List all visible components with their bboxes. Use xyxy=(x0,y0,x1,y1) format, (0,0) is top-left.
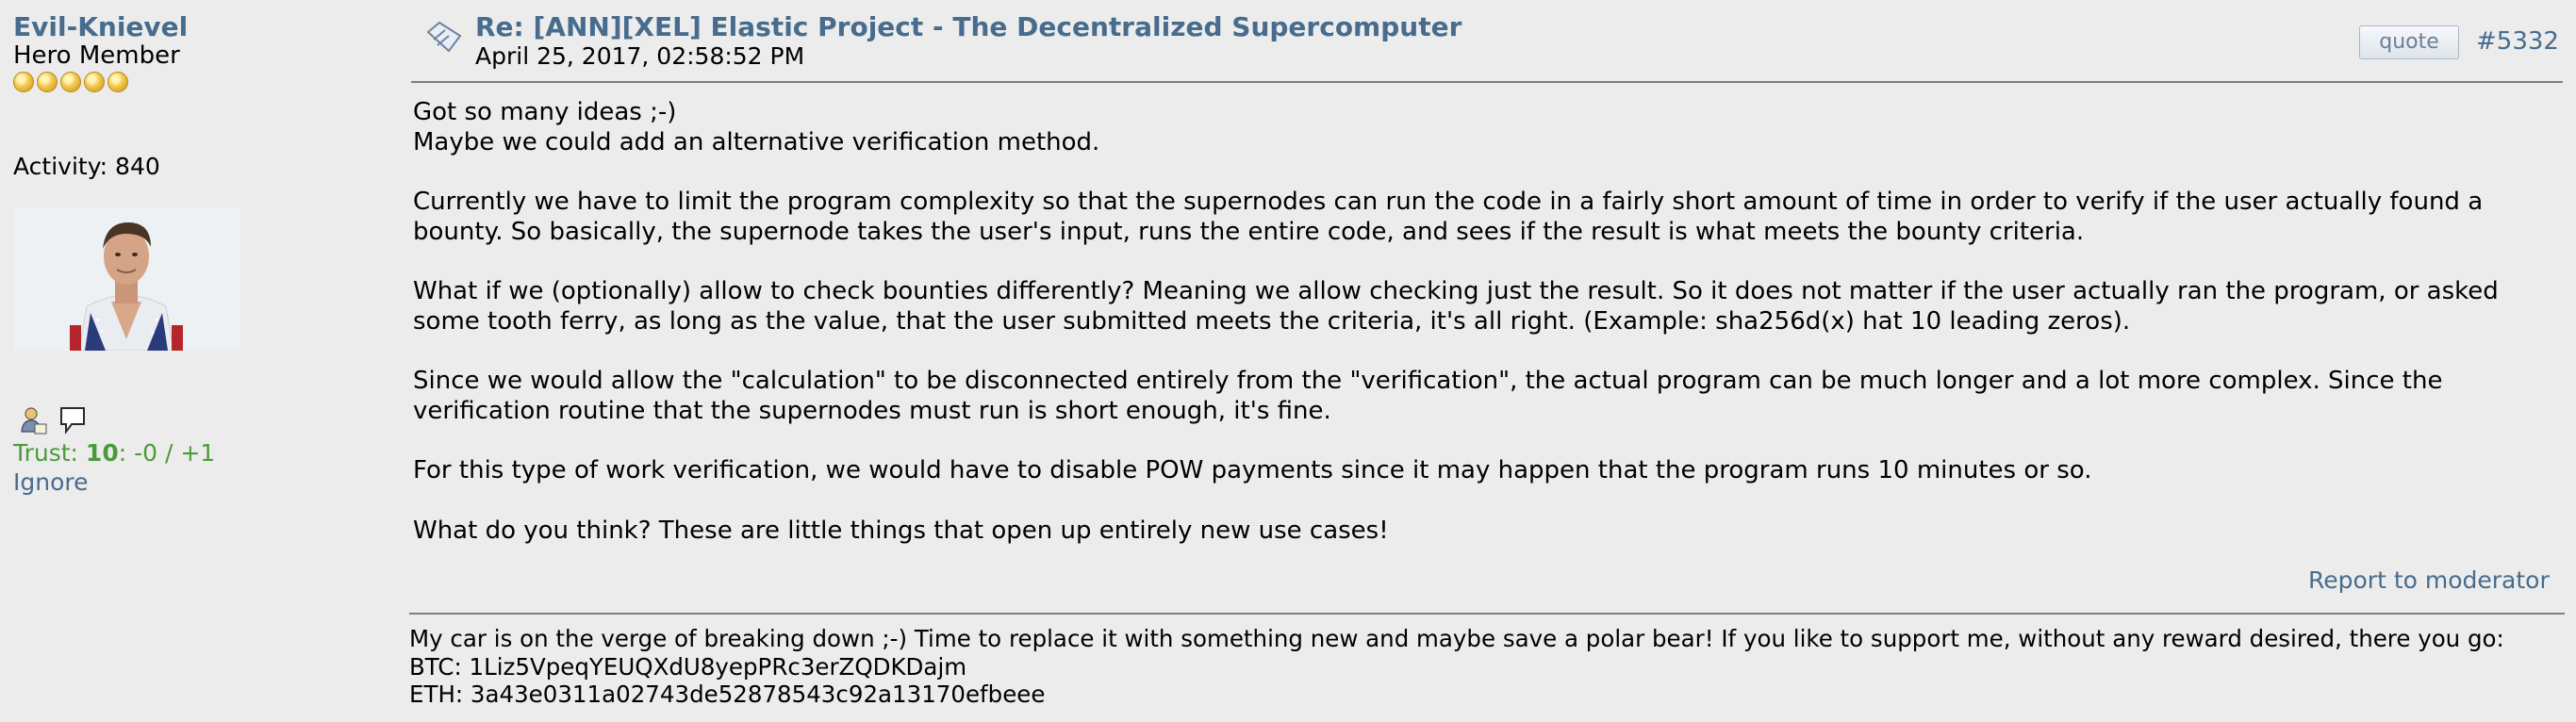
post-paragraph: Since we would allow the "calculation" t… xyxy=(413,367,2544,426)
ignore-link[interactable]: Ignore xyxy=(13,468,89,496)
post-date: April 25, 2017, 02:58:52 PM xyxy=(475,42,805,70)
trust-label: Trust: xyxy=(13,439,86,467)
topic-icon xyxy=(424,19,464,60)
post-number-link[interactable]: #5332 xyxy=(2476,27,2559,56)
report-to-moderator-link[interactable]: Report to moderator xyxy=(2308,566,2550,594)
signature: My car is on the verge of breaking down … xyxy=(409,625,2504,709)
post-line: Currently we have to limit the program c… xyxy=(413,188,2484,216)
post-line: some tooth ferry, as long as the value, … xyxy=(413,306,2131,336)
post-paragraph: What do you think? These are little thin… xyxy=(413,517,2544,547)
trust-rating: Trust: 10: -0 / +1 xyxy=(13,439,215,467)
post-line: bounty. So basically, the supernode take… xyxy=(413,217,2085,246)
rank-stars xyxy=(13,72,128,92)
post-paragraph: What if we (optionally) allow to check b… xyxy=(413,277,2544,336)
post-line: Since we would allow the "calculation" t… xyxy=(413,367,2443,395)
trust-detail: : -0 / +1 xyxy=(118,439,216,467)
post-paragraph: For this type of work verification, we w… xyxy=(413,456,2544,486)
poster-icons xyxy=(19,405,87,439)
post-line: What do you think? These are little thin… xyxy=(413,516,1389,545)
poster-activity: Activity: 840 xyxy=(13,153,160,180)
signature-btc-address: BTC: 1Liz5VpeqYEUQXdU8yepPRc3erZQDKDajm xyxy=(409,652,967,681)
rank-star-icon xyxy=(13,72,34,92)
rank-star-icon xyxy=(107,72,128,92)
trust-score[interactable]: 10 xyxy=(86,439,119,467)
post-paragraph: Got so many ideas ;-) Maybe we could add… xyxy=(413,98,2544,157)
poster-rank: Hero Member xyxy=(13,41,180,70)
avatar-image xyxy=(13,207,239,351)
signature-divider xyxy=(409,613,2565,615)
post-subject-link[interactable]: Re: [ANN][XEL] Elastic Project - The Dec… xyxy=(475,11,1461,42)
post-line: verification routine that the supernodes… xyxy=(413,396,1331,425)
message-icon[interactable] xyxy=(58,405,87,439)
post-body: Got so many ideas ;-) Maybe we could add… xyxy=(413,98,2544,546)
post-line: Maybe we could add an alternative verifi… xyxy=(413,127,1100,156)
signature-eth-address: ETH: 3a43e0311a02743de52878543c92a13170e… xyxy=(409,681,1046,708)
poster-name[interactable]: Evil-Knievel xyxy=(13,11,188,42)
avatar xyxy=(13,207,239,351)
rank-star-icon xyxy=(60,72,81,92)
post-line: For this type of work verification, we w… xyxy=(413,456,2092,484)
rank-star-icon xyxy=(84,72,105,92)
rank-star-icon xyxy=(37,72,58,92)
header-divider xyxy=(411,81,2563,83)
post-line: Got so many ideas ;-) xyxy=(413,98,677,126)
post-line: What if we (optionally) allow to check b… xyxy=(413,277,2499,305)
quote-button[interactable]: quote xyxy=(2359,25,2459,59)
signature-text: My car is on the verge of breaking down … xyxy=(409,625,2504,652)
profile-icon[interactable] xyxy=(19,405,47,439)
post-paragraph: Currently we have to limit the program c… xyxy=(413,188,2544,247)
